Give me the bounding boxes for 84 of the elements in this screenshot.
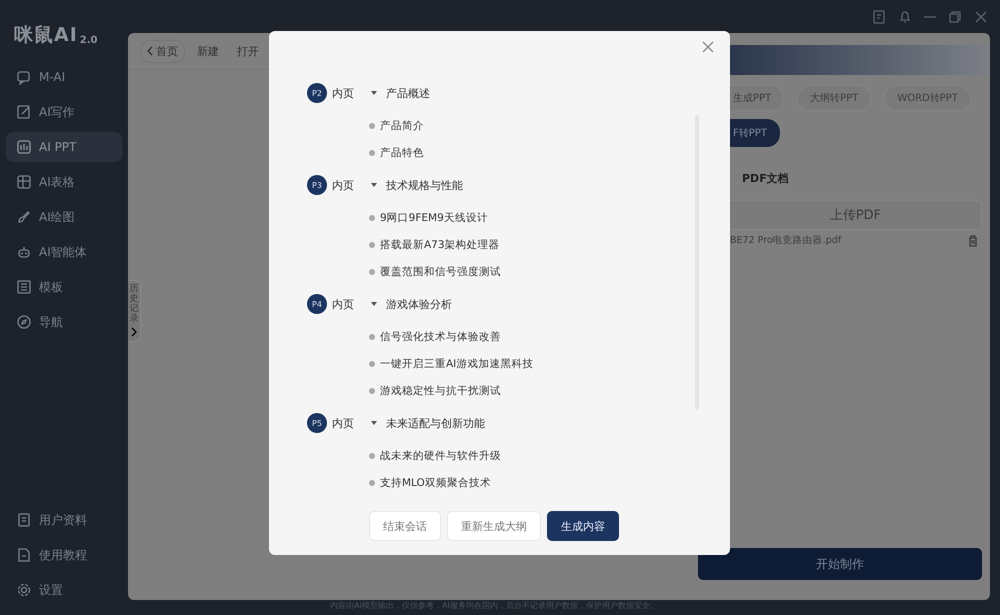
section-title: 未来适配与创新功能 — [386, 416, 485, 430]
template-icon — [16, 279, 32, 295]
bullet-dot — [369, 452, 375, 458]
section-title: PDF文档 — [742, 171, 790, 186]
chevron-right-icon — [131, 326, 137, 337]
sidebar-item[interactable]: AI智能体 — [6, 237, 122, 267]
start-button[interactable]: 开始制作 — [698, 548, 982, 580]
note-icon — [872, 10, 886, 24]
bullet-dot — [369, 214, 375, 220]
chat-icon — [16, 69, 32, 85]
generate-button[interactable]: 生成内容 — [547, 511, 619, 541]
close-icon[interactable] — [702, 41, 714, 53]
trash-icon — [968, 234, 978, 246]
subsection-title: 覆盖范围和信号强度测试 — [380, 264, 501, 278]
bullet-dot — [369, 360, 375, 366]
page-type-label: 内页 — [332, 178, 355, 192]
sidebar-item[interactable]: AI写作 — [6, 97, 122, 127]
sidebar-item[interactable]: 使用教程 — [6, 540, 122, 570]
dialog-button[interactable]: 结束会话 — [369, 511, 441, 541]
toolbar-button[interactable]: 打开 — [231, 40, 265, 62]
note-edit-icon — [16, 104, 32, 120]
mode-pill[interactable]: F转PPT — [730, 119, 780, 147]
bell-icon — [898, 10, 912, 24]
section-title: 游戏体验分析 — [386, 296, 452, 312]
app-logo: 咪鼠AI — [14, 23, 78, 48]
file-name: BE72 Pro电竞路由器.pdf — [730, 234, 842, 247]
page-type-label: 内页 — [332, 86, 355, 100]
subsection-title: 9网口9FEM9天线设计 — [380, 210, 488, 224]
upload-button[interactable]: 上传PDF — [730, 200, 982, 230]
sidebar-item[interactable]: AI表格 — [6, 167, 122, 197]
document-icon — [16, 547, 32, 563]
home-button[interactable]: 首页 — [140, 40, 185, 62]
subsection-title: 游戏稳定性与抗干扰测试 — [380, 384, 501, 398]
caret-icon[interactable] — [370, 300, 378, 308]
bullet-dot — [369, 150, 375, 156]
subsection-title: 战未来的硬件与软件升级 — [380, 448, 501, 462]
sidebar-item[interactable]: 用户资料 — [6, 505, 122, 535]
page-type-label: 内页 — [332, 416, 355, 430]
minimize-icon — [924, 16, 936, 18]
subsection-title: 产品简介 — [380, 118, 424, 132]
caret-icon[interactable] — [370, 419, 378, 427]
subsection-title: 一键开启三重AI游戏加速黑科技 — [380, 356, 534, 370]
section-title: 产品概述 — [386, 86, 430, 100]
history-tab[interactable]: 历史记录 — [128, 280, 141, 342]
bullet-dot — [369, 334, 375, 340]
page-badge: P4 — [307, 294, 327, 314]
dialog-button[interactable]: 重新生成大纲 — [447, 511, 541, 541]
bullet-dot — [369, 268, 375, 274]
bullet-dot — [369, 242, 375, 248]
caret-icon[interactable] — [370, 89, 378, 97]
restore-icon — [948, 10, 962, 24]
subsection-title: 信号强化技术与体验改善 — [380, 330, 501, 344]
section-title: 技术规格与性能 — [386, 178, 463, 192]
chevron-left-icon — [147, 46, 153, 56]
bullet-dot — [369, 388, 375, 394]
subsection-title: 支持MLO双频聚合技术 — [380, 476, 491, 490]
brush-icon — [16, 209, 32, 225]
table-icon — [16, 174, 32, 190]
subsection-title: 产品特色 — [380, 146, 424, 160]
mode-pill[interactable]: WORD转PPT — [884, 85, 971, 111]
subsection-title: 搭载最新A73架构处理器 — [380, 238, 500, 252]
sidebar-item[interactable]: 导航 — [6, 307, 122, 337]
bullet-dot — [369, 122, 375, 128]
gear-icon — [16, 582, 32, 598]
mode-pill[interactable]: 大纲转PPT — [797, 85, 872, 111]
caret-icon[interactable] — [370, 181, 378, 189]
sidebar-item[interactable]: 模板 — [6, 272, 122, 302]
page-badge: P2 — [307, 83, 327, 103]
sidebar-item[interactable]: M-AI — [6, 62, 122, 92]
sidebar-item[interactable]: AI PPT — [6, 132, 122, 162]
sidebar-item[interactable]: 设置 — [6, 575, 122, 605]
version-label: 2.0 — [80, 35, 98, 46]
sidebar-item[interactable]: AI绘图 — [6, 202, 122, 232]
slides-icon — [16, 139, 32, 155]
compass-icon — [16, 314, 32, 330]
bullet-dot — [369, 480, 375, 486]
page-badge: P5 — [307, 413, 327, 433]
toolbar-button[interactable]: 新建 — [191, 40, 225, 62]
page-type-label: 内页 — [332, 296, 355, 312]
robot-icon — [16, 244, 32, 260]
user-card-icon — [16, 512, 32, 528]
page-badge: P3 — [307, 175, 327, 195]
close-icon — [974, 10, 988, 24]
mode-pill[interactable]: 生成PPT — [730, 85, 784, 111]
